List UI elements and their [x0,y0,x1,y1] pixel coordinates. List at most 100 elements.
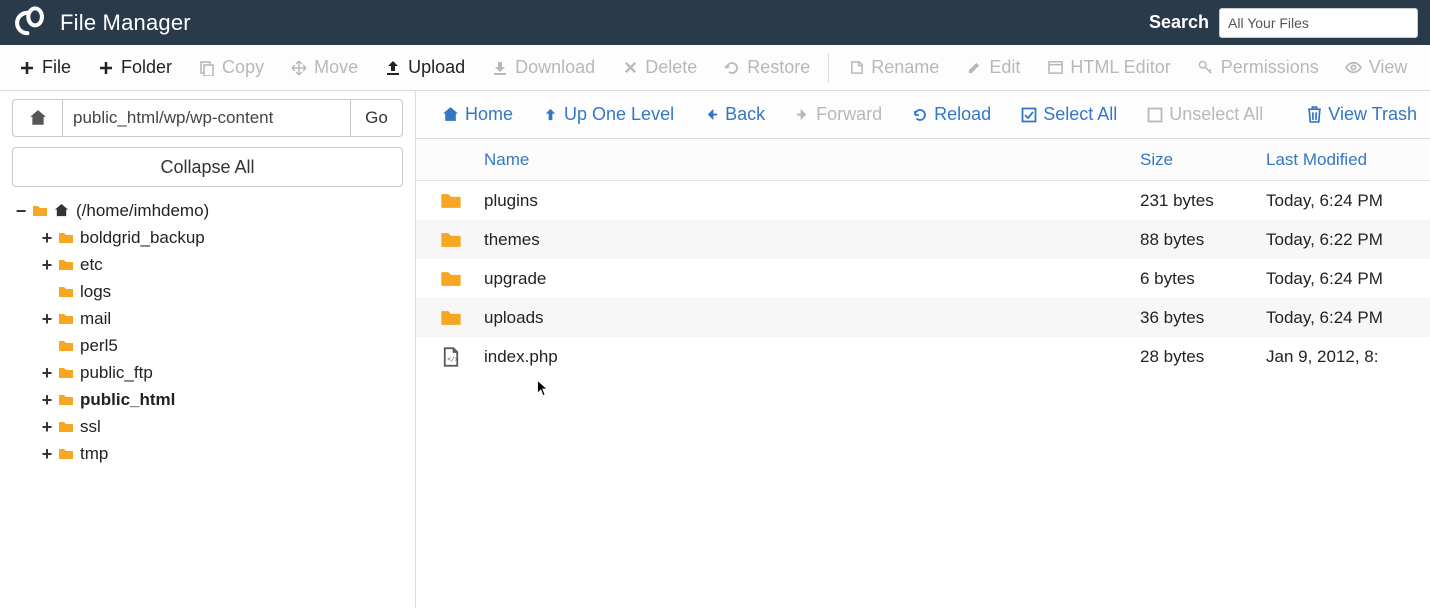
view-trash-label: View Trash [1328,104,1417,125]
upload-button[interactable]: Upload [372,51,477,84]
tree-item[interactable]: +boldgrid_backup [40,224,403,251]
tree-item[interactable]: +public_html [40,386,403,413]
folder-icon [58,257,76,273]
tree-item[interactable]: +ssl [40,413,403,440]
folder-icon [58,392,76,408]
table-row[interactable]: themes88 bytesToday, 6:22 PM [416,220,1430,259]
table-row[interactable]: uploads36 bytesToday, 6:24 PM [416,298,1430,337]
html-editor-button[interactable]: HTML Editor [1034,51,1182,84]
rename-icon [847,59,865,77]
expand-icon[interactable]: + [40,258,54,272]
unselect-all-button[interactable]: Unselect All [1133,98,1277,131]
column-header-name[interactable]: Name [462,150,1140,170]
rename-button[interactable]: Rename [835,51,951,84]
file-button[interactable]: File [6,51,83,84]
home-icon [54,203,72,218]
tree-item[interactable]: +tmp [40,440,403,467]
nav-home-button[interactable]: Home [428,98,527,131]
download-button[interactable]: Download [479,51,607,84]
directory-tree: − (/home/imhdemo) +boldgrid_backup+etc+l… [12,197,403,467]
file-size: 6 bytes [1140,269,1266,289]
file-list: plugins231 bytesToday, 6:24 PMthemes88 b… [416,181,1430,608]
tree-item-label: etc [80,255,103,275]
tree-root[interactable]: − (/home/imhdemo) [14,197,403,224]
reload-button[interactable]: Reload [898,98,1005,131]
column-header-size[interactable]: Size [1140,150,1266,170]
expand-icon[interactable]: + [40,366,54,380]
tree-item-label: public_ftp [80,363,153,383]
up-one-level-button[interactable]: Up One Level [529,98,688,131]
delete-button-label: Delete [645,57,697,78]
tree-item[interactable]: +mail [40,305,403,332]
forward-button[interactable]: Forward [781,98,896,131]
select-all-button[interactable]: Select All [1007,98,1131,131]
plus-icon [97,59,115,77]
edit-button[interactable]: Edit [953,51,1032,84]
file-modified: Jan 9, 2012, 8: [1266,347,1430,367]
sidebar: Go Collapse All − (/home/imhdemo) +boldg… [0,91,416,608]
restore-button[interactable]: Restore [711,51,822,84]
file-size: 231 bytes [1140,191,1266,211]
path-row: Go [12,99,403,137]
expand-icon[interactable]: + [40,312,54,326]
html-editor-icon [1046,59,1064,77]
go-button[interactable]: Go [351,99,403,137]
unselect-all-label: Unselect All [1169,104,1263,125]
edit-icon [965,59,983,77]
back-button[interactable]: Back [690,98,779,131]
column-header-modified[interactable]: Last Modified [1266,150,1430,170]
home-button[interactable] [12,99,62,137]
copy-button[interactable]: Copy [186,51,276,84]
tree-item[interactable]: +logs [40,278,403,305]
action-bar: Home Up One Level Back Forward Reload Se… [416,91,1430,139]
collapse-icon[interactable]: − [14,204,28,218]
expand-icon[interactable]: + [40,231,54,245]
tree-item[interactable]: + public_ftp [40,359,403,386]
file-icon: </> [436,347,466,367]
app-title: File Manager [60,10,191,36]
folder-icon [58,365,76,381]
delete-button[interactable]: Delete [609,51,709,84]
up-arrow-icon [543,107,558,122]
permissions-button[interactable]: Permissions [1185,51,1331,84]
folder-icon [436,190,466,212]
folder-icon [436,307,466,329]
nav-home-label: Home [465,104,513,125]
move-icon [290,59,308,77]
view-button[interactable]: View [1333,51,1420,84]
move-button[interactable]: Move [278,51,370,84]
checkbox-checked-icon [1021,107,1037,123]
copy-icon [198,59,216,77]
edit-button-label: Edit [989,57,1020,78]
file-name: uploads [466,308,1140,328]
copy-button-label: Copy [222,57,264,78]
table-row[interactable]: upgrade6 bytesToday, 6:24 PM [416,259,1430,298]
expand-icon[interactable]: + [40,447,54,461]
reload-label: Reload [934,104,991,125]
rename-button-label: Rename [871,57,939,78]
table-row[interactable]: plugins231 bytesToday, 6:24 PM [416,181,1430,220]
main-panel: Home Up One Level Back Forward Reload Se… [416,91,1430,608]
home-icon [442,106,459,123]
search-scope-select[interactable] [1219,8,1418,38]
expand-icon[interactable]: + [40,420,54,434]
download-icon [491,59,509,77]
expand-icon[interactable]: + [40,393,54,407]
collapse-all-button[interactable]: Collapse All [12,147,403,187]
file-modified: Today, 6:22 PM [1266,230,1430,250]
table-row[interactable]: </>index.php28 bytesJan 9, 2012, 8: [416,337,1430,376]
tree-item[interactable]: + etc [40,251,403,278]
folder-icon [58,230,76,246]
folder-icon [436,229,466,251]
tree-root-label: (/home/imhdemo) [76,201,209,221]
tree-item[interactable]: +perl5 [40,332,403,359]
file-modified: Today, 6:24 PM [1266,308,1430,328]
permissions-button-label: Permissions [1221,57,1319,78]
file-name: themes [466,230,1140,250]
folder-icon [58,419,76,435]
folder-button[interactable]: Folder [85,51,184,84]
tree-item-label: logs [80,282,111,302]
view-trash-button[interactable]: View Trash [1293,98,1430,131]
permissions-icon [1197,59,1215,77]
path-input[interactable] [62,99,351,137]
